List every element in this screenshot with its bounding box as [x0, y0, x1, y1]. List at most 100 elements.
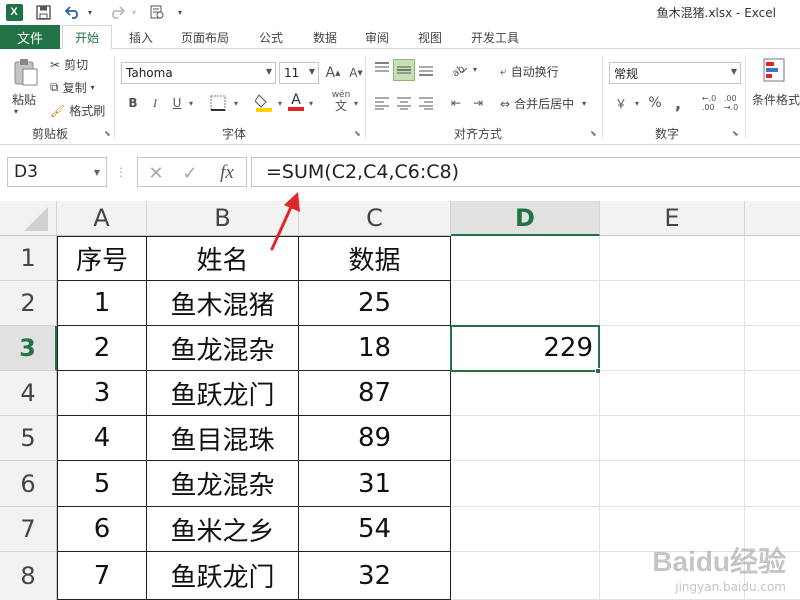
cell-e1[interactable]	[600, 236, 745, 281]
percent-style-button[interactable]: %	[645, 93, 665, 113]
cell-a3[interactable]: 2	[57, 326, 147, 371]
cell-b2[interactable]: 鱼木混猪	[147, 281, 299, 326]
cell-d8[interactable]	[451, 552, 600, 600]
cell-f2[interactable]	[745, 281, 800, 326]
tab-view[interactable]: 视图	[407, 25, 453, 49]
undo-dropdown-icon[interactable]: ▾	[84, 2, 96, 22]
cell-b5[interactable]: 鱼目混珠	[147, 416, 299, 461]
accounting-format-button[interactable]: ￥	[610, 93, 632, 113]
row-header-4[interactable]: 4	[0, 371, 57, 416]
orientation-dropdown-icon[interactable]: ▾	[470, 59, 480, 79]
cell-c5[interactable]: 89	[299, 416, 451, 461]
cell-b7[interactable]: 鱼米之乡	[147, 507, 299, 552]
cell-c7[interactable]: 54	[299, 507, 451, 552]
paste-button-label[interactable]: 粘贴	[12, 91, 36, 108]
tab-insert[interactable]: 插入	[118, 25, 164, 49]
cell-f6[interactable]	[745, 461, 800, 507]
increase-font-icon[interactable]: A ▲	[323, 63, 343, 83]
column-header-b[interactable]: B	[147, 201, 299, 236]
format-painter-button[interactable]: 🖌 格式刷	[50, 102, 105, 119]
select-all-corner[interactable]	[0, 201, 57, 236]
cell-b8[interactable]: 鱼跃龙门	[147, 552, 299, 600]
paste-dropdown-icon[interactable]: ▾	[14, 107, 18, 116]
cell-e2[interactable]	[600, 281, 745, 326]
fill-color-dropdown-icon[interactable]: ▾	[275, 93, 285, 113]
cell-c3[interactable]: 18	[299, 326, 451, 371]
formula-input[interactable]: =SUM(C2,C4,C6:C8)	[251, 157, 800, 187]
align-top-icon[interactable]	[372, 59, 392, 79]
column-header-c[interactable]: C	[299, 201, 451, 236]
cell-b3[interactable]: 鱼龙混杂	[147, 326, 299, 371]
font-launcher-icon[interactable]: ⬊	[354, 129, 361, 138]
font-name-select[interactable]: Tahoma ▼	[121, 62, 276, 84]
customize-toolbar-icon[interactable]: ▾	[174, 2, 186, 22]
cell-c2[interactable]: 25	[299, 281, 451, 326]
decrease-decimal-icon[interactable]: .00 →.0	[720, 93, 742, 113]
italic-button[interactable]: I	[146, 93, 164, 113]
cell-d1[interactable]	[451, 236, 600, 281]
column-header-d[interactable]: D	[451, 201, 600, 236]
alignment-launcher-icon[interactable]: ⬊	[590, 129, 597, 138]
column-header-f[interactable]	[745, 201, 800, 236]
enter-icon[interactable]: ✓	[178, 162, 202, 184]
paste-icon[interactable]	[8, 55, 44, 89]
cell-e6[interactable]	[600, 461, 745, 507]
column-header-a[interactable]: A	[57, 201, 147, 236]
insert-function-icon[interactable]: fx	[214, 161, 240, 185]
row-header-7[interactable]: 7	[0, 507, 57, 552]
cell-e4[interactable]	[600, 371, 745, 416]
conditional-format-icon[interactable]	[760, 55, 790, 87]
cell-a5[interactable]: 4	[57, 416, 147, 461]
cell-c8[interactable]: 32	[299, 552, 451, 600]
cell-a8[interactable]: 7	[57, 552, 147, 600]
name-box[interactable]: D3 ▼	[7, 157, 107, 187]
accounting-dropdown-icon[interactable]: ▾	[632, 93, 642, 113]
align-center-icon[interactable]	[394, 93, 414, 113]
column-header-e[interactable]: E	[600, 201, 745, 236]
tab-developer[interactable]: 开发工具	[462, 25, 528, 49]
align-bottom-icon[interactable]	[416, 59, 436, 79]
more-vertical-icon[interactable]: ⋮	[115, 164, 127, 180]
font-color-dropdown-icon[interactable]: ▾	[306, 93, 316, 113]
phonetic-guide-button[interactable]: wén 文	[330, 89, 352, 113]
cut-button[interactable]: ✂ 剪切	[50, 56, 88, 73]
cell-b4[interactable]: 鱼跃龙门	[147, 371, 299, 416]
orientation-icon[interactable]: ab	[448, 59, 470, 79]
wrap-text-button[interactable]: ⤶ 自动换行	[500, 63, 559, 80]
align-left-icon[interactable]	[372, 93, 392, 113]
underline-dropdown-icon[interactable]: ▾	[186, 93, 196, 113]
fill-color-icon[interactable]	[253, 91, 275, 113]
cell-f3[interactable]	[745, 326, 800, 371]
align-right-icon[interactable]	[416, 93, 436, 113]
clipboard-launcher-icon[interactable]: ⬊	[104, 129, 111, 138]
redo-icon[interactable]	[106, 2, 128, 22]
cell-f1[interactable]	[745, 236, 800, 281]
cell-a4[interactable]: 3	[57, 371, 147, 416]
tab-page-layout[interactable]: 页面布局	[172, 25, 238, 49]
cell-d2[interactable]	[451, 281, 600, 326]
cell-f4[interactable]	[745, 371, 800, 416]
cell-a1[interactable]: 序号	[57, 236, 147, 281]
number-launcher-icon[interactable]: ⬊	[732, 129, 739, 138]
row-header-6[interactable]: 6	[0, 461, 57, 507]
tab-review[interactable]: 审阅	[354, 25, 400, 49]
row-header-3[interactable]: 3	[0, 326, 57, 371]
merge-center-button[interactable]: ⇔ 合并后居中 ▾	[500, 95, 586, 112]
underline-button[interactable]: U	[168, 93, 186, 113]
cell-d5[interactable]	[451, 416, 600, 461]
decrease-font-icon[interactable]: A ▼	[346, 63, 366, 83]
row-header-8[interactable]: 8	[0, 552, 57, 600]
cancel-icon[interactable]: ✕	[144, 162, 168, 184]
cell-e5[interactable]	[600, 416, 745, 461]
phonetic-dropdown-icon[interactable]: ▾	[352, 93, 360, 113]
copy-button[interactable]: ⧉ 复制 ▾	[50, 79, 95, 96]
increase-decimal-icon[interactable]: ←.0.00	[698, 93, 720, 113]
row-header-2[interactable]: 2	[0, 281, 57, 326]
cell-d7[interactable]	[451, 507, 600, 552]
decrease-indent-icon[interactable]: ⇤	[446, 93, 466, 113]
bold-button[interactable]: B	[124, 93, 142, 113]
cell-c1[interactable]: 数据	[299, 236, 451, 281]
cell-d3[interactable]: 229	[451, 326, 600, 371]
tab-home[interactable]: 开始	[62, 25, 112, 50]
cell-e3[interactable]	[600, 326, 745, 371]
